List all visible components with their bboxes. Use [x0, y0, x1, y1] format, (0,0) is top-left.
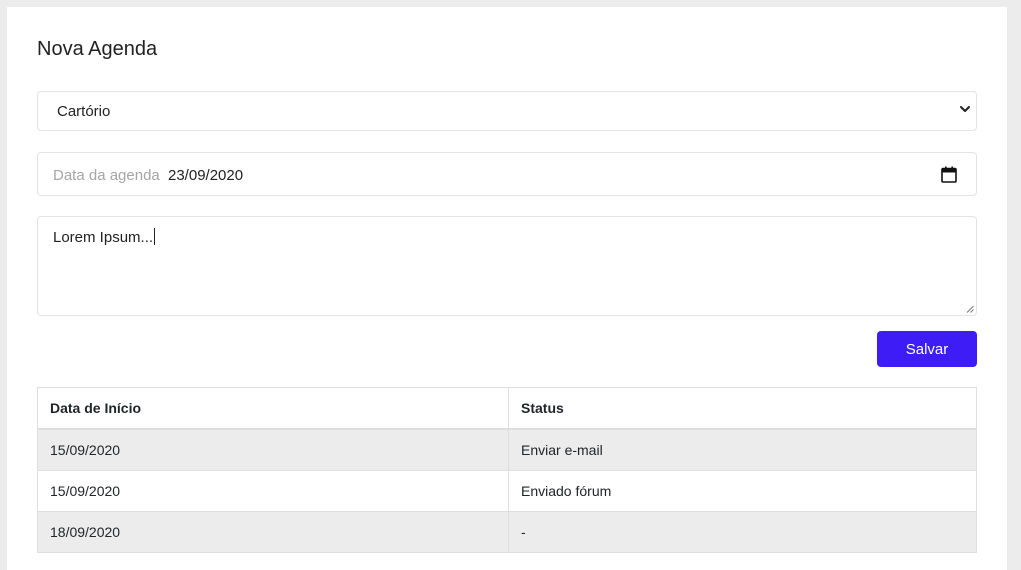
calendar-icon[interactable] — [941, 166, 957, 183]
save-button[interactable]: Salvar — [877, 331, 977, 367]
schedule-table: Data de Início Status 15/09/2020 Enviar … — [37, 387, 977, 553]
table-row[interactable]: 15/09/2020 Enviar e-mail — [37, 428, 977, 471]
description-textarea[interactable]: Lorem Ipsum... — [37, 216, 977, 316]
text-caret — [154, 228, 156, 245]
page-title: Nova Agenda — [37, 38, 158, 60]
description-text: Lorem Ipsum... — [53, 228, 156, 246]
category-select-value: Cartório — [57, 103, 111, 120]
column-header-start-date[interactable]: Data de Início — [37, 387, 509, 430]
form-card: Nova Agenda Cartório Data da agenda 23/0… — [7, 7, 1007, 570]
date-field-value[interactable]: 23/09/2020 — [168, 167, 243, 184]
resize-grip-icon[interactable] — [966, 305, 974, 313]
table-row[interactable]: 18/09/2020 - — [37, 511, 977, 553]
cell-status: Enviar e-mail — [508, 428, 977, 471]
date-field[interactable]: Data da agenda 23/09/2020 — [37, 152, 977, 196]
cell-start-date: 15/09/2020 — [37, 470, 509, 512]
cell-start-date: 15/09/2020 — [37, 428, 509, 471]
date-field-label: Data da agenda — [53, 167, 160, 184]
cell-status: Enviado fórum — [508, 470, 977, 512]
chevron-down-icon — [960, 106, 970, 112]
column-header-status[interactable]: Status — [508, 387, 977, 430]
cell-status: - — [508, 511, 977, 553]
description-value: Lorem Ipsum... — [53, 229, 154, 246]
table-header-row: Data de Início Status — [37, 387, 977, 430]
cell-start-date: 18/09/2020 — [37, 511, 509, 553]
category-select[interactable]: Cartório — [37, 91, 977, 131]
table-row[interactable]: 15/09/2020 Enviado fórum — [37, 470, 977, 512]
